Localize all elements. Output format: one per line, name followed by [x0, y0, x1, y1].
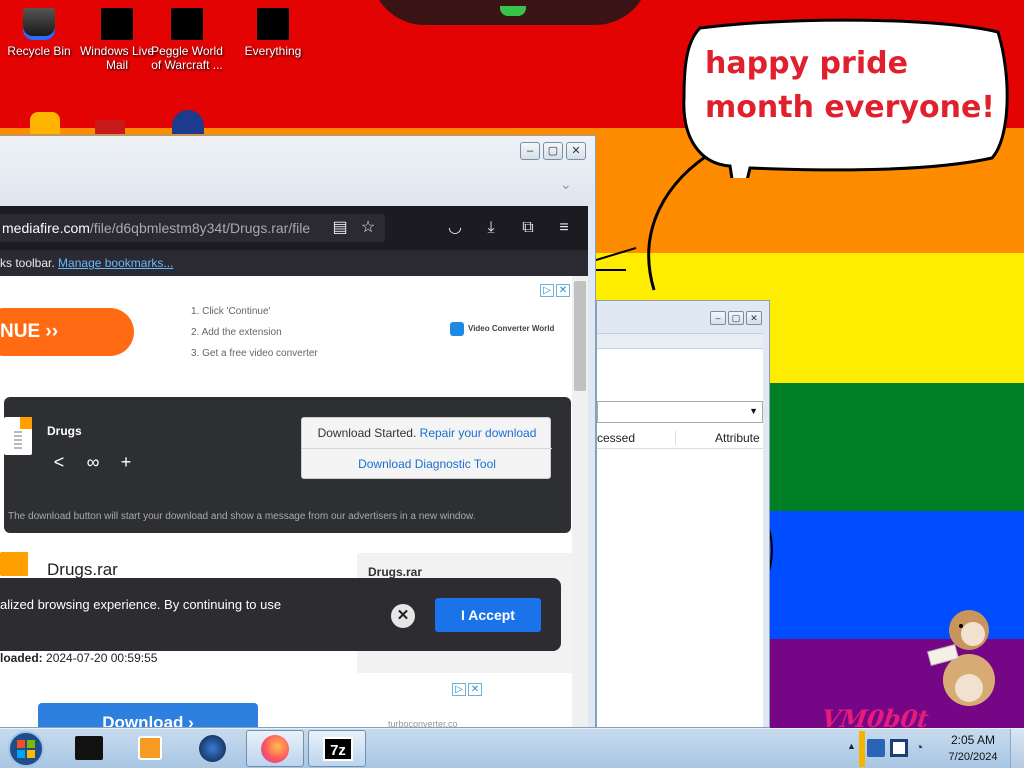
download-diagnostic-link[interactable]: Download Diagnostic Tool: [302, 449, 552, 479]
scrollbar-thumb[interactable]: [574, 281, 586, 391]
video-converter-icon: [450, 322, 464, 336]
speech-bubble-text: happy pride month everyone!: [705, 46, 995, 125]
zip-file-icon: [0, 552, 28, 576]
desktop-icon-everything[interactable]: Everything: [234, 8, 312, 58]
column-divider[interactable]: [675, 431, 676, 445]
monitor-icon[interactable]: [890, 739, 908, 757]
url-bar[interactable]: mediafire.com/file/d6qbmlestm8y34t/Drugs…: [0, 214, 385, 242]
close-button[interactable]: ✕: [566, 142, 586, 160]
desktop-icon-windows-live-mail[interactable]: Windows Live Mail: [78, 8, 156, 72]
cookie-banner: alized browsing experience. By continuin…: [0, 578, 561, 651]
window-toolbar: [597, 333, 763, 349]
web-page[interactable]: NUE ›› 1. Click 'Continue' 2. Add the ex…: [0, 276, 572, 727]
ad-domain[interactable]: turboconverter.co: [388, 719, 458, 727]
7zip-icon: 7z: [323, 737, 353, 761]
address-dropdown[interactable]: ▼: [597, 401, 763, 423]
partial-desktop-icon[interactable]: [30, 112, 60, 134]
pocket-icon[interactable]: ◡: [445, 218, 465, 238]
taskbar-item-app[interactable]: [60, 730, 118, 767]
share-icon[interactable]: <: [48, 452, 70, 473]
windows-live-mail-icon: [101, 8, 133, 40]
taskbar-item-browser[interactable]: [184, 730, 242, 767]
desktop-icon-peggle[interactable]: Peggle World of Warcraft ...: [148, 8, 226, 72]
close-icon[interactable]: ✕: [391, 604, 415, 628]
download-panel: Drugs < ∞ + Download Started. Repair you…: [4, 397, 571, 533]
desktop-icon-recycle-bin[interactable]: Recycle Bin: [0, 8, 78, 58]
download-note: The download button will start your down…: [8, 511, 476, 522]
explorer-window[interactable]: – ▢ ✕ ▼ cessed Attribute: [596, 300, 770, 728]
column-accessed[interactable]: cessed: [597, 431, 635, 445]
media-player-icon: [138, 736, 162, 760]
minimize-button[interactable]: –: [710, 311, 726, 325]
network-icon[interactable]: ◔: [915, 739, 929, 757]
add-icon[interactable]: +: [115, 452, 137, 473]
bookmark-star-icon[interactable]: ☆: [358, 218, 378, 238]
column-attributes[interactable]: Attribute: [715, 431, 760, 445]
tab-list-chevron-icon[interactable]: ⌄: [560, 176, 572, 193]
firefox-icon: [261, 735, 289, 763]
taskbar-item-firefox[interactable]: [246, 730, 304, 767]
ad-brand[interactable]: Video Converter World: [450, 322, 554, 336]
taskbar-item-media-player[interactable]: [122, 730, 180, 767]
zip-file-icon: [4, 417, 32, 455]
extensions-icon[interactable]: ⧉: [518, 218, 538, 238]
link-icon[interactable]: ∞: [82, 452, 104, 473]
download-status-box: Download Started. Repair your download D…: [301, 417, 552, 479]
tray-app-icon[interactable]: [867, 739, 885, 757]
hamster-image: [927, 610, 995, 706]
bookmarks-toolbar: ks toolbar. Manage bookmarks...: [0, 250, 588, 276]
ad-choices-icon[interactable]: ▷: [540, 284, 554, 297]
taskbar-item-7zip[interactable]: 7z: [308, 730, 366, 767]
clock-time[interactable]: 2:05 AM: [950, 733, 996, 747]
minimize-button[interactable]: –: [520, 142, 540, 160]
tray-highlight: [859, 731, 865, 767]
cookie-text: alized browsing experience. By continuin…: [0, 597, 282, 612]
ad-choices-icon[interactable]: ▷: [452, 683, 466, 696]
clock-date[interactable]: 7/20/2024: [943, 751, 1003, 763]
maximize-button[interactable]: ▢: [543, 142, 563, 160]
file-info-title: Drugs.rar: [368, 565, 423, 579]
everything-search-icon: [257, 8, 289, 40]
file-name: Drugs: [47, 424, 82, 438]
globe-icon: [199, 735, 226, 762]
recycle-bin-icon: [23, 8, 55, 40]
maximize-button[interactable]: ▢: [728, 311, 744, 325]
start-button[interactable]: [4, 730, 48, 768]
ad-step: 2. Add the extension: [191, 327, 282, 338]
hamburger-menu-icon[interactable]: ≡: [554, 218, 574, 238]
navigation-toolbar: mediafire.com/file/d6qbmlestm8y34t/Drugs…: [0, 206, 588, 250]
taskbar: 7z ▲ ◔: [0, 728, 1024, 768]
ad-close-icon[interactable]: ✕: [468, 683, 482, 696]
ad-close-icon[interactable]: ✕: [556, 284, 570, 297]
show-desktop-button[interactable]: [1010, 729, 1024, 768]
close-button[interactable]: ✕: [746, 311, 762, 325]
file-title: Drugs.rar: [47, 560, 118, 579]
ad-continue-button[interactable]: NUE ››: [0, 308, 134, 356]
upload-date: loaded: 2024-07-20 00:59:55: [0, 651, 158, 665]
peggle-icon: [171, 8, 203, 40]
partial-desktop-icon[interactable]: [95, 120, 125, 134]
manage-bookmarks-link[interactable]: Manage bookmarks...: [58, 256, 173, 270]
download-started-status: Download Started. Repair your download: [302, 418, 552, 449]
download-button[interactable]: Download ›: [38, 703, 258, 727]
window-titlebar: – ▢ ✕ ⌄: [0, 136, 595, 206]
chevron-down-icon: ▼: [749, 406, 758, 416]
repair-download-link[interactable]: Repair your download: [420, 426, 537, 440]
downloads-icon[interactable]: ⤓: [481, 218, 501, 238]
show-hidden-icons-icon[interactable]: ▲: [847, 741, 856, 751]
column-header-row: cessed Attribute: [597, 427, 763, 449]
app-icon: [75, 736, 103, 760]
ad-step: 3. Get a free video converter: [191, 348, 318, 359]
ad-step: 1. Click 'Continue': [191, 306, 271, 317]
accept-cookies-button[interactable]: I Accept: [435, 598, 541, 632]
reader-view-icon[interactable]: ▤: [330, 218, 350, 238]
partial-desktop-icon[interactable]: [172, 110, 204, 134]
